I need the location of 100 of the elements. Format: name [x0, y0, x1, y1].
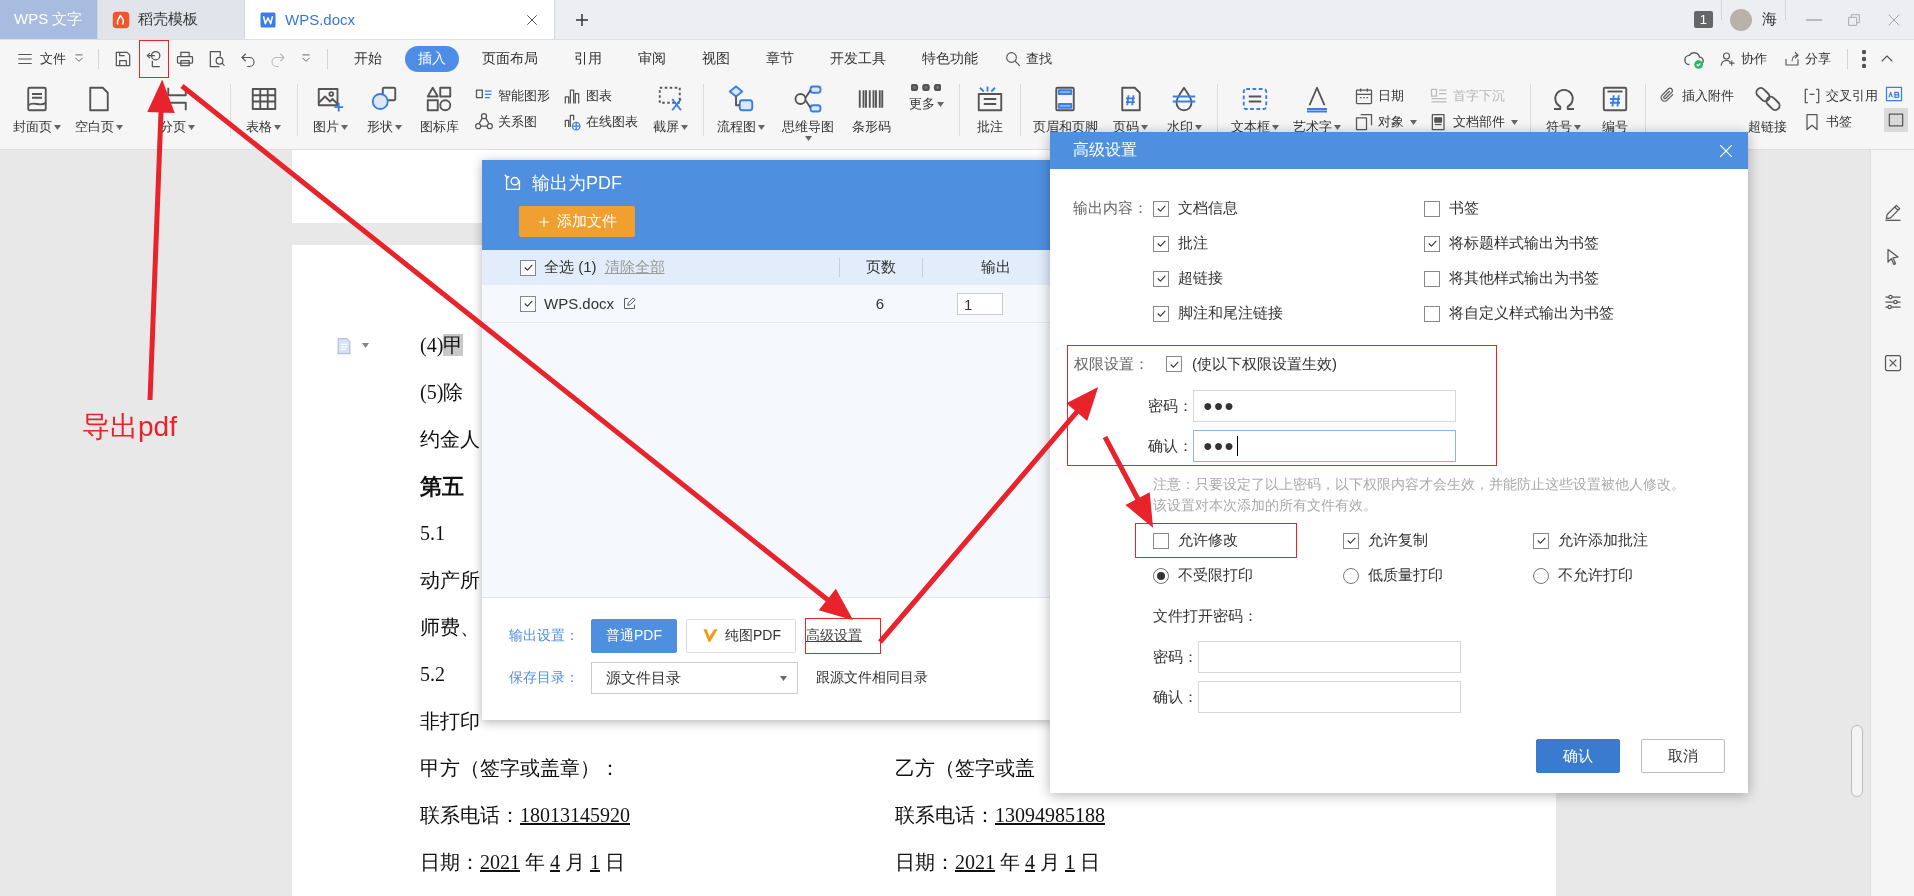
user-name[interactable]: 海: [1762, 10, 1777, 29]
close-box-icon[interactable]: [1882, 353, 1903, 373]
password-field[interactable]: ●●●: [1193, 390, 1456, 422]
field-label: 密码：: [1148, 396, 1193, 416]
checkbox[interactable]: [1153, 270, 1169, 287]
menu-tab[interactable]: 特色功能: [909, 46, 991, 72]
ribbon-button[interactable]: 封面页: [6, 84, 69, 136]
collaborate-button[interactable]: 协作: [1719, 50, 1767, 68]
relation-icon: [473, 112, 494, 132]
ribbon-button[interactable]: 图标库: [411, 84, 468, 136]
advanced-settings-link[interactable]: 高级设置: [806, 627, 862, 645]
confirm-button[interactable]: 确认: [1536, 739, 1620, 773]
ribbon-button[interactable]: 思维导图: [772, 84, 843, 141]
edit-icon[interactable]: [622, 296, 638, 311]
ribbon-button[interactable]: 图片: [303, 84, 358, 136]
ribbon-button[interactable]: 书签: [1802, 112, 1879, 132]
password-field[interactable]: [1198, 641, 1461, 673]
checkbox[interactable]: [1153, 200, 1169, 217]
checkbox-label: 将标题样式输出为书签: [1449, 234, 1599, 253]
ribbon-button[interactable]: 水印: [1157, 84, 1212, 136]
share-button[interactable]: 分享: [1783, 50, 1831, 68]
field-label: 密码：: [1153, 647, 1198, 667]
ribbon-button[interactable]: 文本框: [1223, 84, 1287, 136]
print-preview-icon[interactable]: [207, 49, 227, 69]
checkbox[interactable]: [520, 259, 536, 276]
ribbon-button[interactable]: 条形码: [842, 84, 900, 136]
ribbon-button[interactable]: 批注: [965, 84, 1014, 136]
ribbon-button[interactable]: 日期: [1354, 86, 1418, 106]
document-text: 师费、: [420, 615, 480, 640]
ribbon-button[interactable]: 对象: [1354, 112, 1418, 132]
checkbox-label: 脚注和尾注链接: [1178, 304, 1283, 323]
ribbon-button[interactable]: 页码: [1103, 84, 1158, 136]
ribbon-button[interactable]: 在线图表: [561, 112, 638, 132]
folder-note: 跟源文件相同目录: [816, 669, 928, 687]
field-label: 输出设置：: [509, 627, 580, 645]
checkbox[interactable]: [1424, 270, 1440, 287]
file-menu[interactable]: 文件: [12, 50, 90, 68]
checkbox[interactable]: [1343, 532, 1359, 549]
signature-label: 乙方（签字或盖: [895, 756, 1036, 781]
count-badge[interactable]: 1: [1693, 11, 1713, 28]
ribbon-button[interactable]: 截屏: [643, 84, 698, 136]
share-icon: [1783, 50, 1801, 68]
ribbon-button[interactable]: 空白页: [68, 84, 131, 136]
text-style-icon[interactable]: [1884, 84, 1905, 104]
checkbox[interactable]: [1424, 235, 1440, 252]
ribbon-button[interactable]: 图表: [561, 86, 638, 106]
checkbox[interactable]: [1424, 305, 1440, 322]
ribbon-button[interactable]: 表格: [236, 84, 291, 136]
more-icon: [911, 84, 942, 91]
folder-select[interactable]: 源文件目录: [591, 662, 798, 694]
checkbox[interactable]: [1153, 235, 1169, 252]
ribbon-button[interactable]: 智能图形: [473, 86, 550, 106]
ribbon-button[interactable]: 关系图: [473, 112, 550, 132]
ribbon-button[interactable]: 流程图: [710, 84, 773, 136]
scrollbar-thumb[interactable]: [1851, 725, 1863, 797]
more-icon[interactable]: [1862, 50, 1866, 68]
document-heading: 第五: [420, 473, 464, 501]
text-cursor: [1237, 436, 1238, 456]
ribbon-button[interactable]: 页眉和页脚: [1026, 84, 1104, 136]
pdf-mode-button[interactable]: 纯图PDF: [686, 619, 796, 653]
ribbon-button[interactable]: 艺术字: [1286, 84, 1349, 136]
menu-tab[interactable]: 页面布局: [469, 46, 551, 72]
ribbon-button[interactable]: 插入附件: [1657, 86, 1734, 106]
checkbox-label: 将其他样式输出为书签: [1449, 269, 1599, 288]
ribbon-button[interactable]: 超链接: [1739, 84, 1797, 136]
phone-line: 联系电话：18013145920: [420, 803, 631, 828]
checkbox[interactable]: [1153, 305, 1169, 322]
password-field[interactable]: ●●●: [1193, 430, 1456, 462]
document-tab[interactable]: WPS.docx: [245, 0, 555, 39]
ribbon-button[interactable]: 更多: [899, 84, 954, 113]
checkbox[interactable]: [1424, 200, 1440, 217]
menu-tab[interactable]: 审阅: [625, 46, 679, 72]
print-icon[interactable]: [175, 49, 195, 69]
document-text: 5.1: [420, 521, 445, 546]
document-tab[interactable]: 稻壳模板: [98, 0, 245, 39]
ribbon-button[interactable]: 交叉引用: [1802, 86, 1879, 106]
menu-tab[interactable]: 开始: [341, 46, 395, 72]
checkbox[interactable]: [520, 295, 536, 312]
ribbon-button[interactable]: 文档部件: [1429, 112, 1519, 132]
save-icon[interactable]: [113, 49, 133, 69]
word-document-icon: [259, 10, 277, 29]
menu-tab[interactable]: 章节: [753, 46, 807, 72]
section-label: 输出内容：: [1073, 199, 1149, 218]
checkbox-label: 超链接: [1178, 269, 1223, 288]
checkbox[interactable]: [1153, 532, 1169, 549]
password-field[interactable]: [1198, 681, 1461, 713]
checkbox[interactable]: [1166, 356, 1182, 372]
field-label: 确认：: [1148, 436, 1193, 456]
cancel-button[interactable]: 取消: [1641, 739, 1725, 773]
section-label: 权限设置：: [1074, 354, 1150, 374]
menu-tab[interactable]: 视图: [689, 46, 743, 72]
link-icon: [1752, 84, 1783, 114]
checkbox-label: 批注: [1178, 234, 1208, 253]
menu-tab[interactable]: 开发工具: [817, 46, 899, 72]
page-from-field[interactable]: 1: [957, 292, 1003, 315]
undo-icon[interactable]: [239, 50, 257, 68]
checkbox[interactable]: [1533, 532, 1549, 549]
search-button[interactable]: 查找: [1004, 50, 1052, 68]
menu-tab[interactable]: 引用: [561, 46, 615, 72]
ribbon-button[interactable]: 形状: [357, 84, 412, 136]
